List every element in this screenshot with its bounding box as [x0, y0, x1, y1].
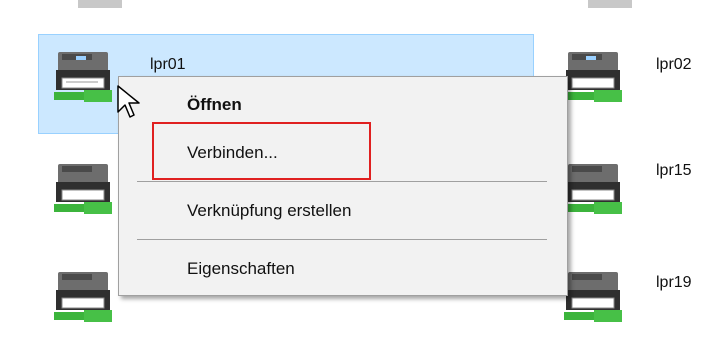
printer-tile-left-bottom[interactable]	[48, 264, 118, 334]
printer-tile-left-middle[interactable]	[48, 156, 118, 226]
printer-label: lpr02	[656, 56, 692, 73]
devices-and-printers-pane: lpr01 lpr02 lpr15 lpr19 Öffnen Verbinden…	[0, 0, 708, 338]
printer-tile-lpr15[interactable]: lpr15	[558, 156, 708, 236]
printer-tile-lpr02[interactable]: lpr02	[558, 44, 708, 124]
annotation-highlight-box	[152, 122, 371, 180]
network-printer-icon	[564, 164, 622, 214]
printer-tile-lpr19[interactable]: lpr19	[558, 264, 708, 334]
network-printer-icon	[54, 164, 112, 214]
printer-icon-partial	[78, 0, 122, 8]
printer-label: lpr01	[150, 56, 186, 73]
network-printer-icon	[54, 272, 112, 322]
mouse-cursor-icon	[117, 85, 140, 118]
network-printer-icon	[54, 52, 112, 102]
menu-item-properties[interactable]: Eigenschaften	[187, 259, 295, 279]
menu-separator	[137, 181, 547, 182]
printer-icon-partial	[588, 0, 632, 8]
context-menu: Öffnen Verbinden... Verknüpfung erstelle…	[118, 76, 568, 296]
printer-label: lpr15	[656, 162, 692, 179]
network-printer-icon	[564, 52, 622, 102]
menu-item-create-shortcut[interactable]: Verknüpfung erstellen	[187, 201, 351, 221]
printer-label: lpr19	[656, 274, 692, 291]
menu-item-open[interactable]: Öffnen	[187, 95, 242, 115]
menu-separator	[137, 239, 547, 240]
network-printer-icon	[564, 272, 622, 322]
